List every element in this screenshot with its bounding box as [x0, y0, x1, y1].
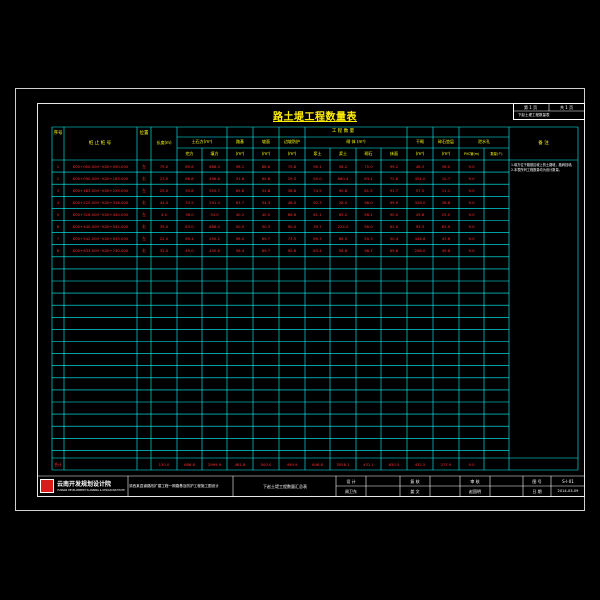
checker-label: 审 核: [470, 479, 480, 484]
date-label: 日 期: [532, 489, 542, 494]
company-logo: [40, 479, 54, 493]
company-name: 云南开发规划设计院: [57, 481, 112, 488]
company-sub: YUNNAN DEVELOPMENT PLANNING & DESIGN INS…: [57, 489, 125, 492]
reviewer-name: 姜 文: [410, 489, 420, 494]
project-name: 滇西某县道路改扩建工程一期路基及防护工程施工图设计: [129, 484, 219, 488]
drawing-date: 2014-03-09: [557, 489, 579, 493]
designer-name: 周卫东: [345, 489, 357, 494]
reviewer-label: 复 核: [410, 479, 420, 484]
designer-label: 设 计: [346, 479, 356, 484]
drawing-no: S-I-01: [562, 479, 574, 484]
drawing-name: 下赵土堤工程数量汇总表: [263, 484, 307, 489]
title-block-grid: [37, 475, 585, 497]
checker-name: 赵国明: [469, 489, 481, 494]
drawing-no-label: 图 号: [532, 479, 542, 484]
